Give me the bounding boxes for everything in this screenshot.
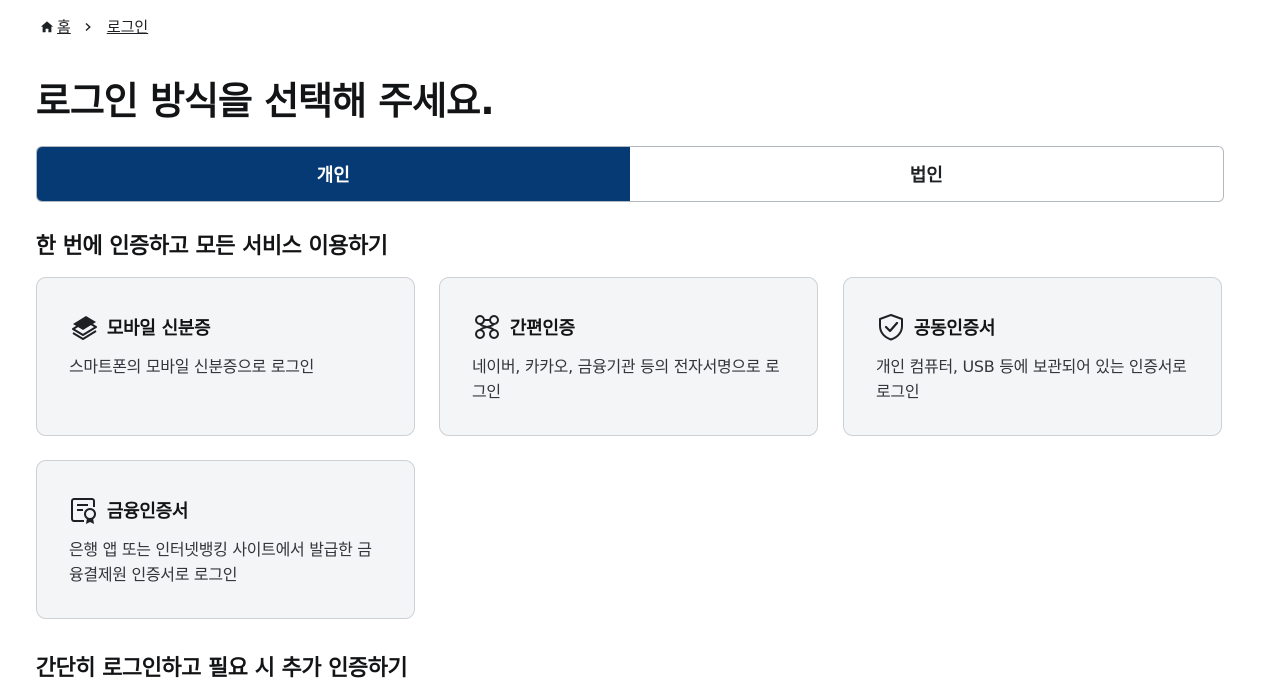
card-description: 은행 앱 또는 인터넷뱅킹 사이트에서 발급한 금융결제원 인증서로 로그인 [69, 540, 372, 584]
tab-personal[interactable]: 개인 [37, 147, 630, 201]
chevron-right-icon [83, 22, 93, 32]
section-title: 한 번에 인증하고 모든 서비스 이용하기 [36, 234, 388, 259]
card-description: 스마트폰의 모바일 신분증으로 로그인 [69, 357, 315, 376]
card-title: 공동인증서 [914, 318, 996, 339]
login-option-financial-certificate[interactable]: 금융인증서 은행 앱 또는 인터넷뱅킹 사이트에서 발급한 금융결제원 인증서로… [36, 460, 415, 619]
card-description: 네이버, 카카오, 금융기관 등의 전자서명으로 로그인 [472, 357, 780, 401]
breadcrumb-home-link[interactable]: 홈 [57, 16, 71, 37]
tab-corporate[interactable]: 법인 [630, 147, 1223, 201]
card-title: 간편인증 [510, 318, 576, 339]
login-option-simple-auth[interactable]: 간편인증 네이버, 카카오, 금융기관 등의 전자서명으로 로그인 [439, 277, 818, 436]
login-type-tabs: 개인 법인 [36, 146, 1224, 202]
breadcrumb: 홈 로그인 [40, 16, 148, 37]
home-icon [40, 20, 54, 34]
mobile-id-icon [69, 312, 99, 342]
simple-auth-icon [472, 312, 502, 342]
certificate-icon [69, 495, 99, 525]
card-title: 금융인증서 [107, 501, 189, 522]
login-option-mobile-id[interactable]: 모바일 신분증 스마트폰의 모바일 신분증으로 로그인 [36, 277, 415, 436]
card-title: 모바일 신분증 [107, 318, 211, 339]
section-title-secondary: 간단히 로그인하고 필요 시 추가 인증하기 [36, 656, 408, 681]
breadcrumb-current-link[interactable]: 로그인 [107, 16, 148, 37]
login-option-joint-certificate[interactable]: 공동인증서 개인 컴퓨터, USB 등에 보관되어 있는 인증서로 로그인 [843, 277, 1222, 436]
shield-check-icon [876, 312, 906, 342]
card-description: 개인 컴퓨터, USB 등에 보관되어 있는 인증서로 로그인 [876, 357, 1187, 401]
page-title: 로그인 방식을 선택해 주세요. [36, 79, 495, 123]
